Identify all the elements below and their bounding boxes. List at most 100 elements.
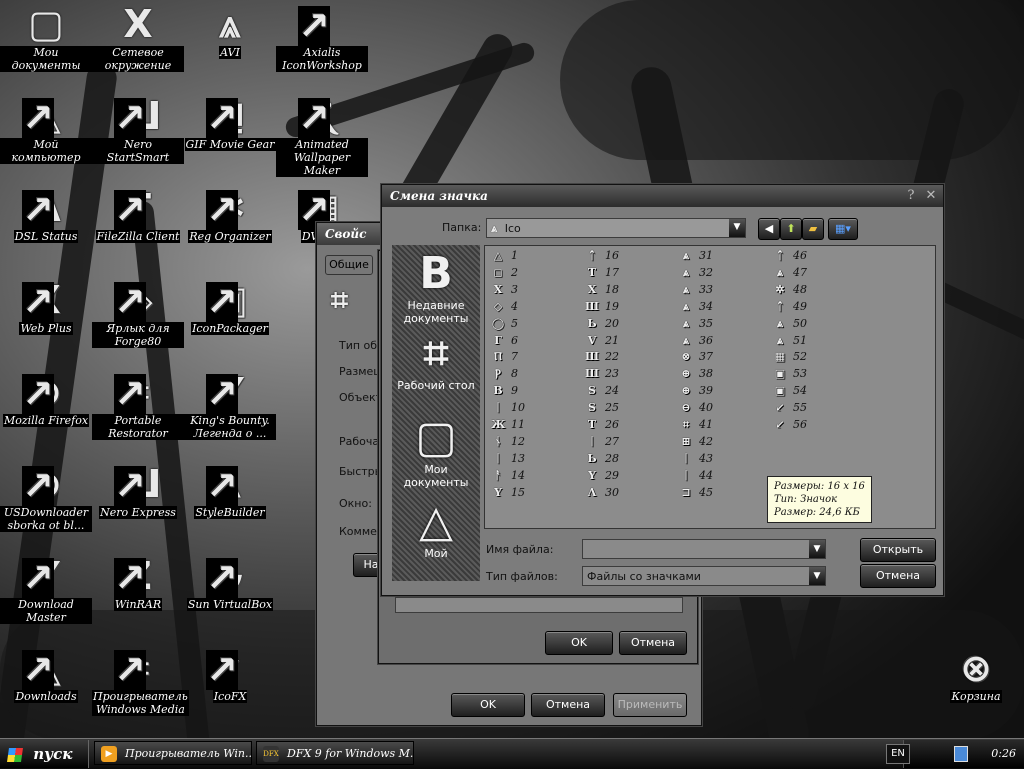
desktop-icon[interactable]: ⊕↗Mozilla Firefox (0, 372, 92, 427)
file-item[interactable]: Y 15 (491, 486, 525, 503)
file-item[interactable]: ᛏ 46 (773, 249, 807, 266)
start-button[interactable]: пуск (0, 740, 89, 768)
desktop-icon[interactable]: X↗Web Plus (0, 280, 92, 335)
file-item[interactable]: B9 (491, 384, 518, 401)
file-item[interactable]: ▣ 54 (773, 384, 807, 401)
file-item[interactable]: ᛁ 44 (679, 469, 713, 486)
file-item[interactable]: ⩓ 32 (679, 266, 713, 283)
desktop-icon[interactable]: ⩓ AVI (184, 4, 276, 59)
file-item[interactable]: ◻ 2 (491, 266, 518, 283)
file-item[interactable]: X 18 (585, 283, 619, 300)
file-item[interactable]: T 26 (585, 418, 619, 435)
ok-button[interactable]: OK (451, 693, 525, 717)
file-item[interactable]: ᛁ 43 (679, 452, 713, 469)
file-item[interactable]: S 25 (585, 401, 619, 418)
up-folder-button[interactable]: ⬆ (780, 218, 802, 240)
folder-dropdown[interactable]: ⩓ Ico ▼ (486, 218, 746, 238)
file-item[interactable]: ᛁ 27 (585, 435, 619, 452)
file-item[interactable]: Ж 11 (491, 418, 525, 435)
file-item[interactable]: ⩓ 51 (773, 334, 807, 351)
desktop-icon[interactable]: X Сетевое окружение (92, 4, 184, 72)
file-item[interactable]: ✲ 48 (773, 283, 807, 300)
desktop-icon[interactable]: ◈↗Ярлык для Forge80 (92, 280, 184, 348)
file-item[interactable]: ᛁ 13 (491, 452, 525, 469)
file-item[interactable]: Г6 (491, 334, 518, 351)
file-item[interactable]: Ш 22 (585, 350, 619, 367)
file-item[interactable]: ◯ 5 (491, 317, 518, 334)
desktop-icon[interactable]: Z↗WinRAR (92, 556, 184, 611)
desktop-icon[interactable]: ⌗↗Portable Restorator (92, 372, 184, 440)
open-dialog-title[interactable]: Смена значка ? ✕ (382, 185, 943, 207)
file-item[interactable]: ⊞ 42 (679, 435, 713, 452)
file-item[interactable]: Λ 30 (585, 486, 619, 503)
file-item[interactable]: ⩓ 47 (773, 266, 807, 283)
file-item[interactable]: X3 (491, 283, 518, 300)
desktop-icon[interactable]: Ш↗Nero StartSmart (92, 96, 184, 164)
tab-general[interactable]: Общие (325, 255, 373, 275)
file-item[interactable]: V 21 (585, 334, 619, 351)
desktop-icon[interactable]: Ш↗Nero Express (92, 464, 184, 519)
desktop-icon[interactable]: Λ↗DSL Status (0, 188, 92, 243)
file-item[interactable]: ᛏ 49 (773, 300, 807, 317)
task-media-player[interactable]: ▶ Проигрыватель Win... (94, 741, 252, 765)
file-item[interactable]: Ш 23 (585, 367, 619, 384)
place-item[interactable]: ▢ Мои документы (393, 413, 479, 490)
file-item[interactable]: ⊖ 40 (679, 401, 713, 418)
chevron-down-icon[interactable]: ▼ (729, 219, 745, 237)
desktop-icon[interactable]: ⊒↗GIF Movie Gear (184, 96, 276, 151)
filename-input[interactable]: ▼ (582, 539, 826, 559)
dialog-cancel-button[interactable]: Отмена (860, 564, 936, 588)
file-item[interactable]: ⩓ 35 (679, 317, 713, 334)
file-item[interactable]: ᚨ 14 (491, 469, 525, 486)
desktop-icon[interactable]: ⌗↗Проигрыватель Windows Media (92, 648, 189, 716)
file-item[interactable]: ⩓ 34 (679, 300, 713, 317)
file-item[interactable]: ▦ 52 (773, 350, 807, 367)
chevron-down-icon[interactable]: ▼ (809, 567, 825, 585)
help-icon[interactable]: ? (903, 188, 919, 204)
desktop-icon[interactable]: ⩓↗StyleBuilder (184, 464, 276, 519)
place-item[interactable]: ⌗ Рабочий стол (393, 329, 479, 393)
desktop-icon[interactable]: Y↗Download Master (0, 556, 92, 624)
file-item[interactable]: ᚾ 12 (491, 435, 525, 452)
open-button[interactable]: Открыть (860, 538, 936, 562)
file-item[interactable]: ⊐ 45 (679, 486, 713, 503)
back-button[interactable]: ◀ (758, 218, 780, 240)
file-item[interactable]: ◇ 4 (491, 300, 518, 317)
view-menu-button[interactable]: ▦▾ (828, 218, 858, 240)
language-indicator[interactable]: EN (886, 744, 910, 764)
desktop-icon[interactable]: ▣↗IconPackager (184, 280, 276, 335)
change-icon-cancel-button[interactable]: Отмена (619, 631, 687, 655)
desktop-icon[interactable]: △↗Downloads (0, 648, 92, 703)
file-item[interactable]: Ⲣ8 (491, 367, 518, 384)
place-item[interactable]: △ Мой (393, 497, 479, 561)
file-list[interactable]: △ 1 ◻ 2 X 3 ◇ 4 ◯ 5 Г 6 Ⲡ 7 Ⲣ 8 B 9 ᛁ 10 Ж 11 ᚾ 12 ᛁ 13 ᚨ 14 Y 15 ᛏ 16 T… (484, 245, 936, 529)
open-dialog[interactable]: Смена значка ? ✕ Папка: ⩓ Ico ▼ ◀ ⬆ ▰ ▦▾… (381, 184, 944, 596)
file-item[interactable]: T 17 (585, 266, 619, 283)
desktop-icon[interactable]: Y↗King's Bounty. Легенда о ... (184, 372, 276, 440)
file-item[interactable]: ⩓ 31 (679, 249, 713, 266)
desktop-icon[interactable]: ✲↗Reg Organizer (184, 188, 276, 243)
file-item[interactable]: ⩓ 36 (679, 334, 713, 351)
file-item[interactable]: Y 29 (585, 469, 619, 486)
file-item[interactable]: ᛏ 16 (585, 249, 619, 266)
desktop-icon[interactable]: ↑↗IcoFX (184, 648, 276, 703)
change-icon-ok-button[interactable]: OK (545, 631, 613, 655)
desktop-icon[interactable]: △↗Мой компьютер (0, 96, 92, 164)
file-item[interactable]: ᛁ 10 (491, 401, 525, 418)
file-item[interactable]: ⌗ 41 (679, 418, 713, 435)
file-item[interactable]: S 24 (585, 384, 619, 401)
filetype-dropdown[interactable]: Файлы со значками ▼ (582, 566, 826, 586)
file-item[interactable]: △ 1 (491, 249, 518, 266)
file-item[interactable]: Ш 19 (585, 300, 619, 317)
cancel-button[interactable]: Отмена (531, 693, 605, 717)
chevron-down-icon[interactable]: ▼ (809, 540, 825, 558)
file-item[interactable]: ⩓ 50 (773, 317, 807, 334)
recycle-bin[interactable]: ⊗ Корзина (930, 648, 1022, 703)
file-item[interactable]: Ⲡ7 (491, 350, 518, 367)
desktop-icon[interactable]: T↗FileZilla Client (92, 188, 184, 243)
place-item[interactable]: B Недавние документы (393, 249, 479, 326)
desktop-icon[interactable]: ▢ Мои документы (0, 4, 92, 72)
desktop-icon[interactable]: Ⲭ↗Animated Wallpaper Maker (276, 96, 368, 177)
new-folder-button[interactable]: ▰ (802, 218, 824, 240)
file-item[interactable]: ⊕ 39 (679, 384, 713, 401)
